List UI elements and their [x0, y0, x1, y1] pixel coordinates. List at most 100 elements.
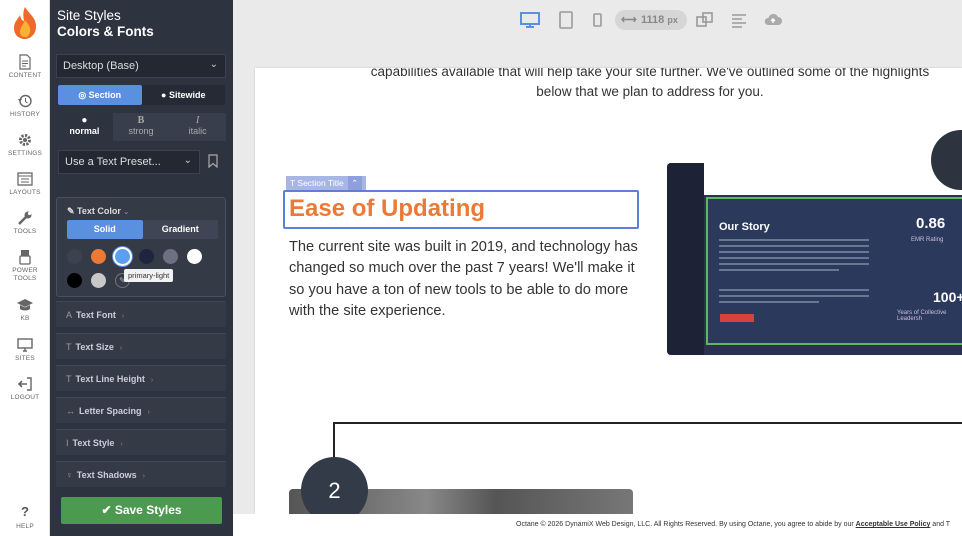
- document-icon: [19, 54, 31, 70]
- rail-logout[interactable]: LOGOUT: [0, 376, 50, 402]
- duplicate-icon[interactable]: [695, 10, 715, 30]
- intro-paragraph[interactable]: capabilities available that will help ta…: [255, 68, 962, 102]
- tab-strong-label: strong: [128, 126, 154, 136]
- preview-text-line: [719, 269, 839, 271]
- style-section-row[interactable]: ♀ Text Shadows ›: [56, 461, 226, 487]
- swatch-tooltip: primary-light: [124, 269, 174, 282]
- section-icon: ↔: [66, 406, 75, 416]
- page-canvas: capabilities available that will help ta…: [255, 68, 962, 514]
- section-label: Text Font: [76, 310, 116, 320]
- step-number-badge: 2: [301, 457, 368, 514]
- section-label: Text Line Height: [75, 374, 145, 384]
- left-rail: CONTENT HISTORY SETTINGS LAYOUTS TOOLS P…: [0, 0, 50, 536]
- preview-text-line: [719, 295, 869, 297]
- tab-italic-label: italic: [188, 126, 207, 136]
- device-select[interactable]: Desktop (Base) ⌄: [56, 54, 226, 78]
- chevron-up-icon[interactable]: ⌃: [347, 176, 362, 190]
- acceptable-use-link[interactable]: Acceptable Use Policy: [856, 521, 931, 528]
- preview-text-line: [719, 257, 869, 259]
- preview-stat-1-caption: EMR Rating: [911, 237, 944, 243]
- chevron-right-icon: ›: [142, 473, 145, 480]
- tab-strong[interactable]: Bstrong: [113, 113, 170, 141]
- rail-power-tools-label2: TOOLS: [13, 275, 37, 282]
- chevron-right-icon: ›: [119, 345, 123, 352]
- rail-help[interactable]: ? HELP: [0, 503, 50, 531]
- text-color-header[interactable]: ✎ Text Color ⌄: [67, 206, 129, 217]
- color-swatch[interactable]: [115, 249, 130, 264]
- rail-power-tools-label: POWER: [12, 267, 38, 274]
- timeline-connector: [333, 422, 962, 462]
- section-body[interactable]: The current site was built in 2019, and …: [289, 237, 639, 322]
- rail-sites-label: SITES: [15, 355, 35, 362]
- panel-title-text: Site Styles: [57, 8, 121, 23]
- tab-solid[interactable]: Solid: [67, 220, 143, 239]
- section-title[interactable]: Ease of Updating: [289, 195, 485, 223]
- fill-type-tabs: Solid Gradient: [67, 220, 218, 239]
- style-section-row[interactable]: A Text Font ›: [56, 301, 226, 327]
- chevron-down-icon: ⌄: [183, 155, 192, 166]
- section-icon: T: [66, 342, 72, 352]
- tablet-view-icon[interactable]: [556, 10, 576, 30]
- resize-arrows-icon: ⟷: [621, 14, 637, 26]
- rail-layouts[interactable]: LAYOUTS: [0, 171, 50, 197]
- color-swatch[interactable]: [91, 249, 106, 264]
- section-icon: T: [66, 374, 72, 384]
- rail-content[interactable]: CONTENT: [0, 54, 50, 80]
- style-section-row[interactable]: ↔ Letter Spacing ›: [56, 397, 226, 423]
- monitor-icon: [17, 338, 33, 352]
- color-swatch[interactable]: [67, 273, 82, 288]
- cloud-upload-icon[interactable]: [763, 10, 783, 30]
- color-swatch[interactable]: [163, 249, 178, 264]
- layout-icon: [17, 172, 33, 186]
- viewport-width-readout[interactable]: ⟷ 1118 px: [615, 10, 687, 30]
- color-swatch[interactable]: [91, 273, 106, 288]
- style-section-row[interactable]: T Text Size ›: [56, 333, 226, 359]
- mobile-view-icon[interactable]: [587, 10, 607, 30]
- list-icon[interactable]: [729, 10, 749, 30]
- section-icon: I: [66, 438, 69, 448]
- rail-history[interactable]: HISTORY: [0, 93, 50, 119]
- tab-gradient[interactable]: Gradient: [142, 220, 218, 239]
- style-section-row[interactable]: I Text Style ›: [56, 429, 226, 455]
- text-color-card: ✎ Text Color ⌄ Solid Gradient ✎ primary-…: [56, 197, 226, 297]
- scope-section-button[interactable]: ◎ Section: [58, 85, 142, 105]
- tab-normal[interactable]: ● normal: [56, 113, 113, 141]
- rail-kb[interactable]: KB: [0, 297, 50, 323]
- save-styles-button[interactable]: ✔ Save Styles: [61, 497, 222, 524]
- preview-topbar: [704, 163, 962, 195]
- preview-text-line: [719, 289, 869, 291]
- viewport-width-value: 1118 px: [641, 10, 678, 30]
- rail-help-label: HELP: [16, 523, 34, 530]
- bold-icon: B: [137, 115, 145, 126]
- color-swatch[interactable]: [187, 249, 202, 264]
- footer-tail: and T: [930, 521, 951, 528]
- tab-italic[interactable]: Iitalic: [169, 113, 226, 141]
- chevron-down-icon: ⌄: [209, 59, 218, 70]
- site-preview-image: Our Story 0.86 EMR Rating 100+ Years of …: [667, 163, 962, 355]
- rail-sites[interactable]: SITES: [0, 337, 50, 363]
- rail-tools[interactable]: TOOLS: [0, 210, 50, 236]
- styles-panel: Site Styles Colors & Fonts Desktop (Base…: [50, 0, 233, 536]
- section-icon: A: [66, 310, 73, 320]
- logout-icon: [17, 377, 32, 391]
- style-section-row[interactable]: T Text Line Height ›: [56, 365, 226, 391]
- chevron-right-icon: ›: [120, 441, 123, 448]
- italic-icon: I: [196, 115, 200, 126]
- preview-sidebar: [667, 163, 704, 355]
- text-preset-select[interactable]: Use a Text Preset... ⌄: [58, 150, 200, 174]
- color-swatch[interactable]: [67, 249, 82, 264]
- preview-button: [720, 314, 754, 322]
- rail-layouts-label: LAYOUTS: [9, 189, 41, 196]
- scope-sitewide-button[interactable]: ● Sitewide: [141, 85, 225, 105]
- chevron-right-icon: ›: [121, 313, 125, 320]
- rail-power-tools[interactable]: POWER TOOLS: [0, 249, 50, 283]
- color-swatch[interactable]: [139, 249, 154, 264]
- bookmark-icon[interactable]: [208, 154, 218, 168]
- section-icon: ♀: [66, 470, 73, 480]
- rail-settings[interactable]: SETTINGS: [0, 132, 50, 158]
- section-label: Text Style: [72, 438, 115, 448]
- rail-tools-label: TOOLS: [13, 228, 37, 235]
- desktop-view-icon[interactable]: [520, 10, 540, 30]
- preview-stat-1: 0.86: [916, 215, 946, 232]
- section-title-tag[interactable]: T Section Title ⌃: [286, 176, 366, 190]
